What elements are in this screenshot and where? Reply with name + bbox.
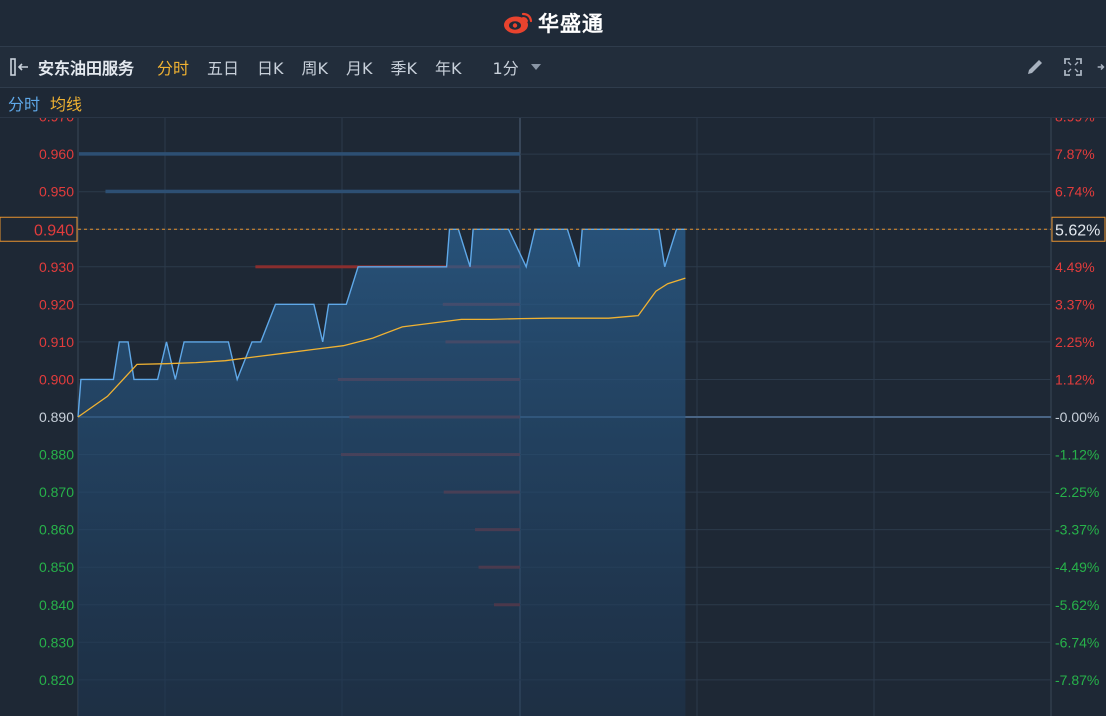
y-tick-label-left: 0.880 — [39, 447, 74, 463]
tab-weekly-k[interactable]: 周K — [302, 55, 329, 79]
y-tick-label-right: -7.87% — [1055, 672, 1099, 688]
intraday-chart[interactable]: 0.970 8.99% 0.960 7.87% 0.950 6.74% 0.940 5.62%… — [0, 118, 1106, 716]
ask-bar — [105, 189, 521, 194]
crosshair-pct-label: 5.62% — [1055, 222, 1100, 239]
y-tick-label-right: 3.37% — [1055, 296, 1095, 312]
y-tick-label-left: 0.870 — [39, 484, 74, 500]
brand-name: 华盛通 — [538, 12, 604, 36]
brand: 华盛通 — [0, 0, 1106, 46]
legend-average: 均线 — [50, 95, 83, 114]
y-tick-label-right: -1.12% — [1055, 447, 1099, 463]
interval-value: 1分 — [492, 59, 519, 78]
y-tick-label-left: 0.900 — [39, 371, 74, 387]
y-tick-label-right: -5.62% — [1055, 597, 1099, 613]
y-tick-label-right: -3.37% — [1055, 522, 1099, 538]
y-tick-label-right: -0.00% — [1055, 409, 1099, 425]
chart-toolbar: 安东油田服务 分时 五日 日K 周K 月K 季K 年K 1分 — [0, 47, 1106, 88]
y-tick-label-left: 0.820 — [39, 672, 74, 688]
tab-monthly-k[interactable]: 月K — [346, 55, 373, 79]
y-tick-label-right: 1.12% — [1055, 371, 1095, 387]
collapse-panel-icon[interactable] — [8, 56, 34, 78]
y-tick-label-left: 0.920 — [39, 296, 74, 312]
y-tick-label-left: 0.960 — [39, 146, 74, 162]
y-tick-label-right: -4.49% — [1055, 559, 1099, 575]
pencil-icon[interactable] — [1024, 56, 1046, 78]
tab-daily-k[interactable]: 日K — [257, 55, 284, 79]
y-tick-label-left: 0.850 — [39, 559, 74, 575]
y-tick-label-right: 6.74% — [1055, 184, 1095, 200]
weibo-eye-logo-icon — [504, 12, 533, 34]
tab-quarterly-k[interactable]: 季K — [391, 55, 418, 79]
arrow-right-icon[interactable] — [1096, 56, 1106, 78]
y-tick-label-right: 8.99% — [1055, 118, 1095, 125]
chevron-down-icon — [530, 64, 541, 70]
y-tick-label-right: -2.25% — [1055, 484, 1099, 500]
stock-name: 安东油田服务 — [38, 59, 135, 78]
y-tick-label-left: 0.840 — [39, 597, 74, 613]
y-tick-label-right: 7.87% — [1055, 146, 1095, 162]
y-tick-label-left: 0.970 — [39, 118, 74, 125]
ask-bar — [79, 152, 520, 156]
interval-dropdown[interactable]: 1分 — [493, 55, 541, 79]
crosshair-price-label: 0.940 — [34, 222, 74, 239]
tab-intraday[interactable]: 分时 — [157, 55, 189, 79]
y-tick-label-right: -6.74% — [1055, 634, 1099, 650]
tab-yearly-k[interactable]: 年K — [435, 55, 462, 79]
legend-intraday: 分时 — [8, 95, 41, 114]
y-tick-label-left: 0.910 — [39, 334, 74, 350]
tab-five-day[interactable]: 五日 — [207, 55, 239, 79]
y-tick-label-left: 0.950 — [39, 184, 74, 200]
fullscreen-icon[interactable] — [1062, 56, 1084, 78]
chart-legend: 分时 均线 — [0, 89, 1106, 118]
y-tick-label-right: 2.25% — [1055, 334, 1095, 350]
app-header: 华盛通 — [0, 0, 1106, 47]
y-tick-label-left: 0.860 — [39, 522, 74, 538]
y-tick-label-left: 0.890 — [39, 409, 74, 425]
y-tick-label-left: 0.830 — [39, 634, 74, 650]
y-tick-label-right: 4.49% — [1055, 259, 1095, 275]
y-tick-label-left: 0.930 — [39, 259, 74, 275]
toolbar-icons — [1008, 47, 1106, 87]
